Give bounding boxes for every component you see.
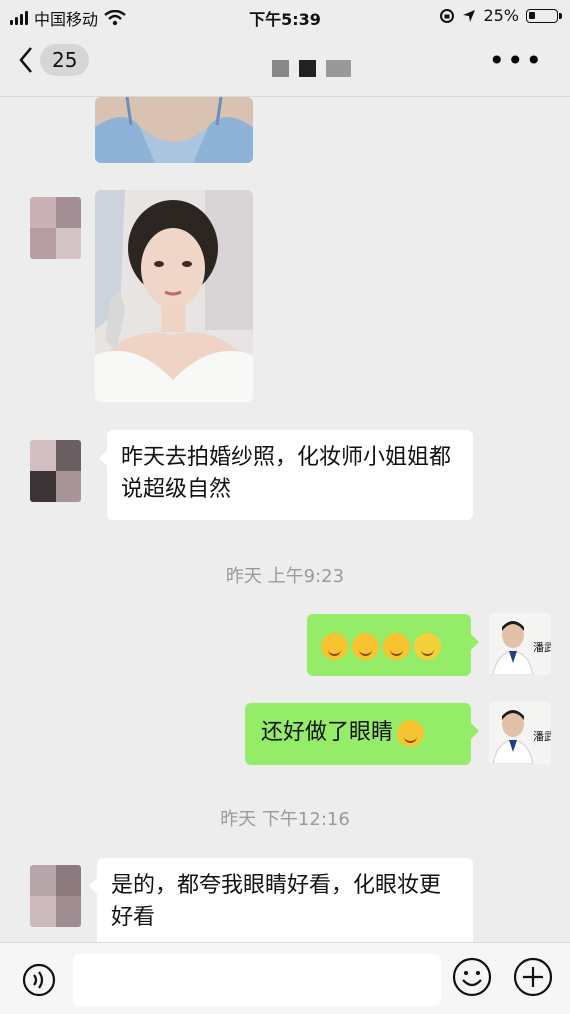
unread-count-badge: 25 [40,44,90,76]
photo-message-partial[interactable] [95,97,253,163]
received-message[interactable]: 是的，都夸我眼睛好看，化眼妆更好看 [89,858,473,942]
doctor-avatar-image: 潘武 [489,702,551,764]
input-bar [0,942,570,1014]
sent-message-text: 还好做了眼睛 [261,720,394,745]
sent-message[interactable]: 还好做了眼睛 [245,703,479,765]
my-avatar[interactable]: 潘武 [489,613,551,675]
more-button[interactable]: ••• [488,47,544,75]
emoji-icon [321,632,348,660]
chevron-left-icon [19,47,32,73]
battery-percent: 25% [483,6,519,25]
location-icon [463,9,476,22]
chat-header: 25 ••• [0,32,570,97]
emoji-icon [383,632,410,660]
plus-icon[interactable] [512,956,554,998]
contact-avatar[interactable] [30,197,81,259]
chat-title [272,60,351,77]
message-list[interactable]: 昨天去拍婚纱照，化妆师小姐姐都说超级自然 昨天 上午9:23 潘武 还好做了眼睛… [0,97,570,942]
emoji-icon [397,719,425,747]
timestamp: 昨天 下午12:16 [220,809,350,830]
contact-avatar[interactable] [30,440,81,502]
bride-photo-image [95,190,253,402]
message-input[interactable] [73,954,441,1006]
photo-message[interactable] [95,190,253,402]
battery-icon [526,8,562,23]
received-message[interactable]: 昨天去拍婚纱照，化妆师小姐姐都说超级自然 [99,430,473,520]
my-avatar[interactable]: 潘武 [489,702,551,764]
doctor-avatar-image: 潘武 [489,613,551,675]
svg-text:潘武: 潘武 [533,641,551,654]
sent-emoji-message[interactable] [307,614,479,676]
emoji-icon [414,632,441,660]
emoji-button-icon[interactable] [451,956,493,998]
back-button[interactable]: 25 [18,44,90,76]
contact-avatar[interactable] [30,865,81,927]
voice-icon[interactable] [22,963,56,997]
emoji-icon [352,632,379,660]
status-bar: 中国移动 下午5:39 25% [0,0,570,32]
timestamp: 昨天 上午9:23 [225,566,345,587]
svg-text:潘武: 潘武 [533,730,551,743]
lock-rotation-icon [440,8,455,23]
photo-image [95,97,253,163]
